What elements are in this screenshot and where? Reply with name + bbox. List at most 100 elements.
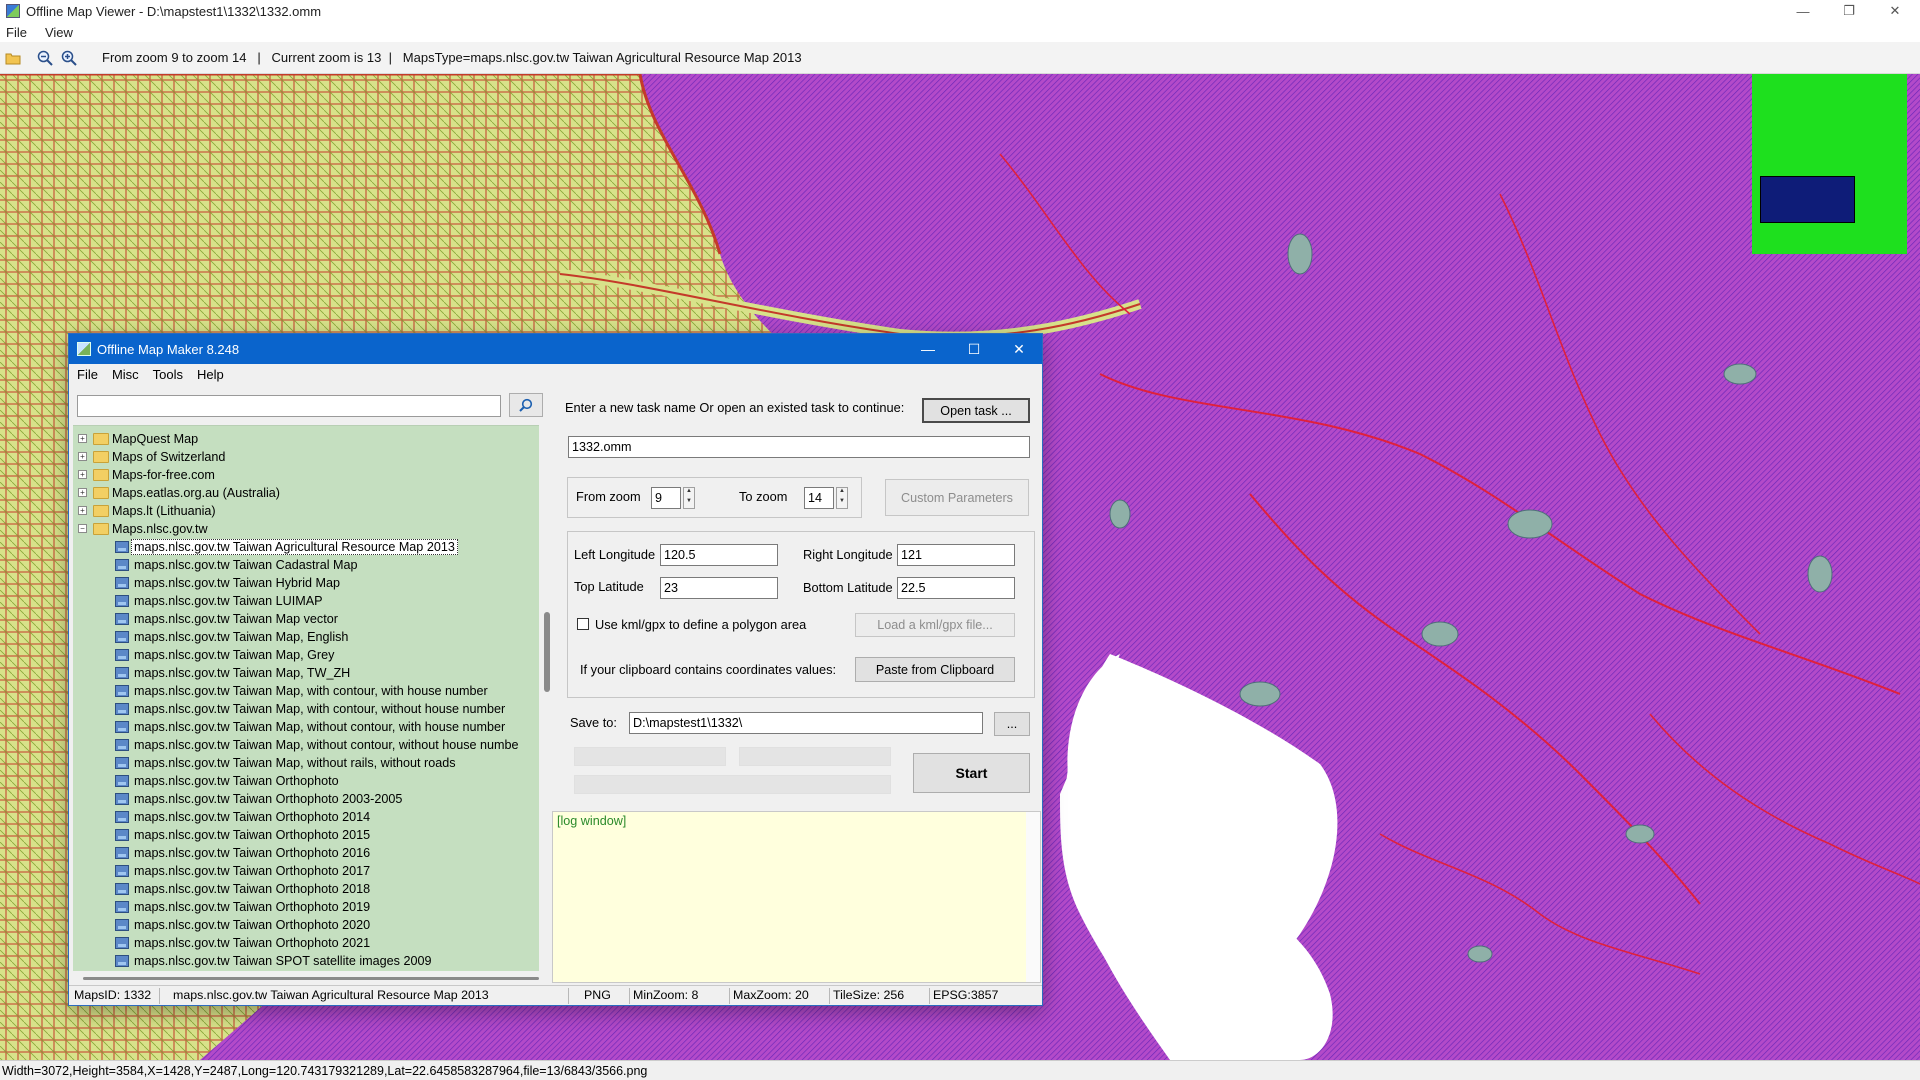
load-kml-button[interactable]: Load a kml/gpx file... bbox=[855, 613, 1015, 637]
tree-map-item[interactable]: maps.nlsc.gov.tw Taiwan Map, English bbox=[73, 628, 539, 646]
tree-map-item[interactable]: maps.nlsc.gov.tw Taiwan Map, without con… bbox=[73, 736, 539, 754]
tree-map-item[interactable]: maps.nlsc.gov.tw Taiwan Map, without rai… bbox=[73, 754, 539, 772]
tree-item-label: maps.nlsc.gov.tw Taiwan Map vector bbox=[134, 612, 338, 626]
expand-icon[interactable]: + bbox=[78, 434, 87, 443]
paste-clipboard-button[interactable]: Paste from Clipboard bbox=[855, 657, 1015, 682]
tree-map-item[interactable]: maps.nlsc.gov.tw Taiwan Map, without con… bbox=[73, 718, 539, 736]
tree-map-item[interactable]: maps.nlsc.gov.tw Taiwan Orthophoto 2014 bbox=[73, 808, 539, 826]
map-icon bbox=[115, 865, 129, 877]
to-zoom-spinner[interactable] bbox=[836, 487, 848, 509]
tree-map-item[interactable]: maps.nlsc.gov.tw Taiwan Map, with contou… bbox=[73, 682, 539, 700]
tree-folder-item[interactable]: + MapQuest Map bbox=[73, 430, 539, 448]
open-folder-icon bbox=[5, 53, 21, 64]
dialog-title-bar: Offline Map Maker 8.248 — ☐ ✕ bbox=[69, 334, 1042, 364]
tree-map-item[interactable]: maps.nlsc.gov.tw Taiwan Orthophoto 2020 bbox=[73, 916, 539, 934]
dialog-menu-help[interactable]: Help bbox=[197, 367, 224, 382]
custom-parameters-button[interactable]: Custom Parameters bbox=[885, 479, 1029, 516]
map-type-tree[interactable]: + MapQuest Map + Maps of Switzerland + Maps-f… bbox=[73, 425, 539, 971]
from-zoom-field[interactable]: 9 bbox=[651, 487, 681, 509]
dialog-close-icon[interactable]: ✕ bbox=[996, 334, 1042, 364]
tree-map-item[interactable]: maps.nlsc.gov.tw Taiwan Orthophoto 2018 bbox=[73, 880, 539, 898]
minimap-viewport[interactable] bbox=[1760, 176, 1855, 223]
tree-map-item[interactable]: maps.nlsc.gov.tw Taiwan Orthophoto 2015 bbox=[73, 826, 539, 844]
dialog-status-bar: MapsID: 1332 maps.nlsc.gov.tw Taiwan Agr… bbox=[69, 985, 1042, 1005]
tree-scroll-thumb[interactable] bbox=[544, 612, 550, 692]
minimap[interactable] bbox=[1752, 74, 1907, 254]
folder-icon bbox=[93, 487, 109, 499]
tree-folder-item[interactable]: + Maps of Switzerland bbox=[73, 448, 539, 466]
tree-map-item[interactable]: maps.nlsc.gov.tw Taiwan SPOT satellite i… bbox=[73, 952, 539, 970]
map-icon bbox=[115, 559, 129, 571]
progress-bar-1 bbox=[574, 747, 726, 766]
close-icon[interactable]: ✕ bbox=[1872, 0, 1918, 22]
tree-map-item[interactable]: maps.nlsc.gov.tw Taiwan Hybrid Map bbox=[73, 574, 539, 592]
tree-map-item[interactable]: maps.nlsc.gov.tw Taiwan Map, TW_ZH bbox=[73, 664, 539, 682]
log-scrollbar[interactable] bbox=[1026, 812, 1040, 982]
log-window[interactable]: [log window] bbox=[552, 811, 1041, 983]
tree-map-item[interactable]: maps.nlsc.gov.tw Taiwan Orthophoto 2016 bbox=[73, 844, 539, 862]
bottom-latitude-field[interactable]: 22.5 bbox=[897, 577, 1015, 599]
right-longitude-field[interactable]: 121 bbox=[897, 544, 1015, 566]
expand-icon[interactable]: + bbox=[78, 470, 87, 479]
map-icon bbox=[115, 955, 129, 967]
from-zoom-spinner[interactable] bbox=[683, 487, 695, 509]
tree-folder-item[interactable]: + Maps-for-free.com bbox=[73, 466, 539, 484]
to-zoom-field[interactable]: 14 bbox=[804, 487, 834, 509]
tree-map-item[interactable]: maps.nlsc.gov.tw Taiwan LUIMAP bbox=[73, 592, 539, 610]
tree-item-label: Maps-for-free.com bbox=[112, 468, 215, 482]
expand-icon[interactable]: + bbox=[78, 452, 87, 461]
tree-map-item[interactable]: maps.nlsc.gov.tw Taiwan Orthophoto 2021 bbox=[73, 934, 539, 952]
top-latitude-field[interactable]: 23 bbox=[660, 577, 778, 599]
tree-map-item[interactable]: maps.nlsc.gov.tw Taiwan Map vector bbox=[73, 610, 539, 628]
dialog-menu-file[interactable]: File bbox=[77, 367, 98, 382]
zoom-out-button[interactable] bbox=[34, 47, 56, 69]
tree-hscroll-thumb[interactable] bbox=[83, 977, 539, 980]
tree-folder-item[interactable]: + Maps.lt (Lithuania) bbox=[73, 502, 539, 520]
tree-item-label: Maps.lt (Lithuania) bbox=[112, 504, 216, 518]
tree-map-item[interactable]: maps.nlsc.gov.tw Taiwan Orthophoto bbox=[73, 772, 539, 790]
tree-folder-item[interactable]: − Maps.nlsc.gov.tw bbox=[73, 520, 539, 538]
dialog-maximize-icon[interactable]: ☐ bbox=[951, 334, 997, 364]
open-folder-button[interactable] bbox=[2, 47, 24, 69]
browse-button[interactable]: ... bbox=[994, 712, 1030, 736]
zoom-in-button[interactable] bbox=[58, 47, 80, 69]
expand-icon[interactable]: + bbox=[78, 488, 87, 497]
task-name-field[interactable]: 1332.omm bbox=[568, 436, 1030, 458]
map-icon bbox=[115, 829, 129, 841]
status-tile-size: TileSize: 256 bbox=[833, 988, 905, 1002]
tree-map-item[interactable]: maps.nlsc.gov.tw Taiwan Cadastral Map bbox=[73, 556, 539, 574]
collapse-icon[interactable]: − bbox=[78, 524, 87, 533]
dialog-menu-tools[interactable]: Tools bbox=[153, 367, 183, 382]
dialog-minimize-icon[interactable]: — bbox=[905, 334, 951, 364]
restore-icon[interactable]: ❐ bbox=[1826, 0, 1872, 22]
map-icon bbox=[115, 811, 129, 823]
tree-map-item[interactable]: maps.nlsc.gov.tw Taiwan Map, Grey bbox=[73, 646, 539, 664]
save-path-field[interactable]: D:\mapstest1\1332\ bbox=[629, 712, 983, 734]
open-task-button[interactable]: Open task ... bbox=[922, 398, 1030, 423]
tree-map-item[interactable]: maps.nlsc.gov.tw Taiwan Orthophoto 2017 bbox=[73, 862, 539, 880]
left-longitude-field[interactable]: 120.5 bbox=[660, 544, 778, 566]
start-button[interactable]: Start bbox=[913, 753, 1030, 793]
viewer-menu-file[interactable]: File bbox=[6, 25, 27, 40]
tree-map-item[interactable]: maps.nlsc.gov.tw Taiwan Agricultural Res… bbox=[73, 538, 539, 556]
status-epsg: EPSG:3857 bbox=[933, 988, 999, 1002]
tree-item-label: maps.nlsc.gov.tw Taiwan Orthophoto bbox=[134, 774, 339, 788]
tree-item-label: maps.nlsc.gov.tw Taiwan Map, with contou… bbox=[134, 702, 506, 716]
tree-folder-item[interactable]: + Maps.eatlas.org.au (Australia) bbox=[73, 484, 539, 502]
tree-map-item[interactable]: maps.nlsc.gov.tw Taiwan Map, with contou… bbox=[73, 700, 539, 718]
viewer-menu-view[interactable]: View bbox=[45, 25, 73, 40]
map-search-button[interactable] bbox=[509, 393, 543, 417]
kml-polygon-checkbox[interactable] bbox=[577, 618, 589, 630]
map-icon bbox=[115, 631, 129, 643]
tree-item-label: maps.nlsc.gov.tw Taiwan Map, without con… bbox=[134, 720, 506, 734]
dialog-menu-misc[interactable]: Misc bbox=[112, 367, 139, 382]
expand-icon[interactable]: + bbox=[78, 506, 87, 515]
map-icon bbox=[115, 847, 129, 859]
tree-item-label: maps.nlsc.gov.tw Taiwan Orthophoto 2020 bbox=[134, 918, 371, 932]
map-search-input[interactable] bbox=[77, 395, 501, 417]
tree-map-item[interactable]: maps.nlsc.gov.tw Taiwan Orthophoto 2003-… bbox=[73, 790, 539, 808]
zoom-out-icon bbox=[37, 50, 53, 66]
tree-map-item[interactable]: maps.nlsc.gov.tw Taiwan Orthophoto 2019 bbox=[73, 898, 539, 916]
viewer-status-text: Width=3072,Height=3584,X=1428,Y=2487,Lon… bbox=[2, 1063, 648, 1078]
minimize-icon[interactable]: — bbox=[1780, 0, 1826, 22]
